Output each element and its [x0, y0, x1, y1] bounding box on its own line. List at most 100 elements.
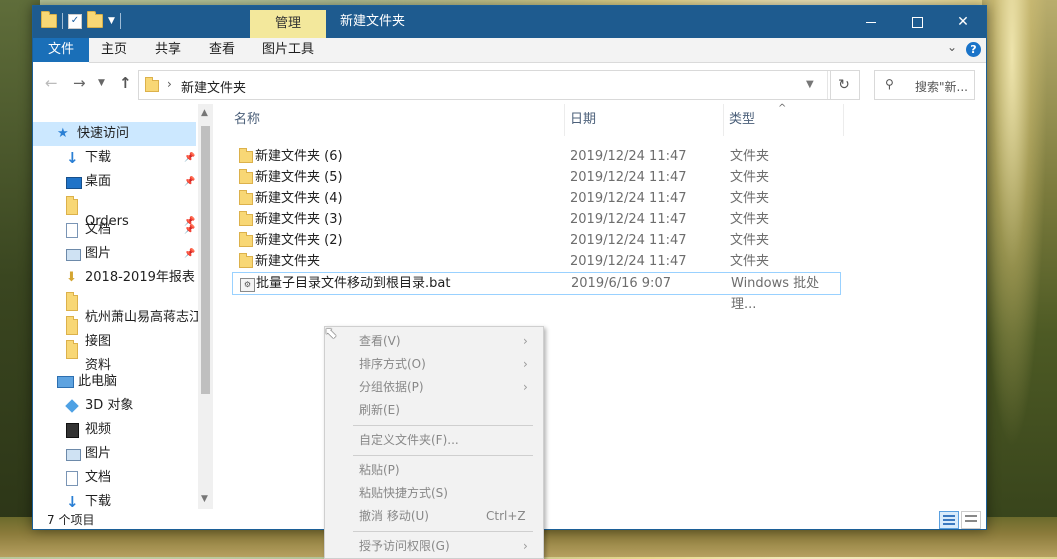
menu-item-label: 粘贴快捷方式(S) — [359, 486, 448, 500]
sidebar-item-ziliao[interactable]: 资料 — [33, 338, 196, 373]
minimize-button[interactable] — [848, 6, 894, 38]
menu-item-customize[interactable]: 自定义文件夹(F)... — [325, 429, 543, 452]
sidebar-item-label: 3D 对象 — [85, 398, 134, 413]
sidebar-item-orders[interactable]: Orders 📌 — [33, 194, 196, 229]
table-row[interactable]: 新建文件夹 (3) 2019/12/24 11:47 文件夹 — [232, 209, 842, 230]
document-icon — [66, 223, 78, 238]
scroll-down-chevron-icon[interactable]: ▼ — [201, 494, 208, 504]
new-folder-icon[interactable] — [87, 11, 103, 28]
file-name: 新建文件夹 (4) — [255, 191, 343, 206]
help-icon[interactable]: ? — [966, 42, 981, 57]
pin-icon: 📌 — [184, 153, 196, 163]
up-arrow-icon[interactable]: ↑ — [119, 74, 132, 92]
file-type: 文件夹 — [730, 149, 770, 164]
tab-view[interactable]: 查看 — [197, 38, 247, 62]
refresh-button[interactable]: ↻ — [829, 70, 860, 100]
column-header-name[interactable]: 名称 — [234, 104, 260, 136]
table-row[interactable]: 新建文件夹 (5) 2019/12/24 11:47 文件夹 — [232, 167, 842, 188]
maximize-icon — [911, 16, 923, 28]
sidebar-item-pictures[interactable]: 图片 📌 — [33, 242, 196, 266]
scrollbar-thumb[interactable] — [201, 126, 210, 394]
folder-icon — [145, 77, 159, 92]
column-header-type[interactable]: 类型 — [729, 104, 755, 136]
recent-locations-chevron-icon[interactable]: ▼ — [98, 78, 105, 88]
sidebar-item-3d-objects[interactable]: 3D 对象 — [33, 394, 196, 418]
table-row[interactable]: 新建文件夹 2019/12/24 11:47 文件夹 — [232, 251, 842, 272]
menu-item-group[interactable]: 分组依据(P) › — [325, 376, 543, 399]
quick-access-toolbar: ✓ ▼ — [41, 11, 121, 29]
pin-icon: 📌 — [184, 177, 196, 187]
tab-manage[interactable]: 管理 — [250, 10, 326, 38]
submenu-chevron-icon: › — [523, 357, 528, 371]
menu-item-paste[interactable]: 粘贴(P) — [325, 459, 543, 482]
sidebar-item-videos[interactable]: 视频 — [33, 418, 196, 442]
table-row[interactable]: 新建文件夹 (4) 2019/12/24 11:47 文件夹 — [232, 188, 842, 209]
properties-icon[interactable]: ✓ — [68, 13, 82, 29]
sidebar-item-quick-access[interactable]: ★ 快速访问 — [33, 122, 196, 146]
ribbon-tabs: 文件 主页 共享 查看 图片工具 ⌄ ? — [33, 38, 986, 63]
toolbar-divider — [119, 13, 121, 29]
tab-home[interactable]: 主页 — [89, 38, 139, 62]
table-row[interactable]: 新建文件夹 (2) 2019/12/24 11:47 文件夹 — [232, 230, 842, 251]
minimize-icon — [866, 21, 876, 23]
menu-item-sort[interactable]: 排序方式(O) › — [325, 353, 543, 376]
maximize-button[interactable] — [894, 6, 940, 38]
sidebar-item-hangzhou[interactable]: 杭州萧山易高蒋志江E — [33, 290, 210, 325]
table-row[interactable]: ⚙ 批量子目录文件移动到根目录.bat 2019/6/16 9:07 Windo… — [232, 272, 841, 312]
scroll-up-chevron-icon[interactable]: ▲ — [201, 108, 208, 118]
large-icons-view-button[interactable] — [961, 511, 981, 529]
column-header-date[interactable]: 日期 — [570, 104, 596, 136]
nav-scrollbar[interactable]: ▲ ▼ — [198, 104, 213, 509]
menu-separator — [353, 425, 533, 426]
sidebar-item-downloads[interactable]: ↓ 下载 📌 — [33, 146, 196, 170]
3d-objects-icon — [65, 399, 79, 413]
details-view-button[interactable] — [939, 511, 959, 529]
search-input[interactable]: ⚲ 搜索"新... — [874, 70, 975, 100]
sidebar-item-label: 文档 — [85, 470, 112, 485]
sidebar-item-jietu[interactable]: 接图 — [33, 314, 196, 349]
forward-arrow-icon[interactable]: → — [73, 74, 86, 92]
folder-icon — [239, 211, 253, 226]
menu-item-view[interactable]: 查看(V) › — [325, 330, 543, 353]
document-icon — [66, 471, 78, 486]
folder-icon — [239, 190, 253, 205]
breadcrumb-current[interactable]: 新建文件夹 — [181, 77, 246, 96]
tab-picture-tools[interactable]: 图片工具 — [253, 38, 323, 62]
tab-file[interactable]: 文件 — [33, 38, 89, 62]
breadcrumb-chevron-icon[interactable]: › — [167, 77, 172, 91]
file-type: 文件夹 — [730, 170, 770, 185]
address-history-chevron-icon[interactable]: ▼ — [806, 79, 814, 90]
menu-item-refresh[interactable]: 刷新(E) — [325, 399, 543, 422]
folder-icon — [66, 340, 78, 359]
address-bar[interactable]: › 新建文件夹 ▼ — [138, 70, 831, 100]
menu-item-paste-shortcut[interactable]: 粘贴快捷方式(S) — [325, 482, 543, 505]
column-divider[interactable] — [564, 104, 565, 136]
menu-item-grant-access[interactable]: 授予访问权限(G) › — [325, 535, 543, 558]
table-row[interactable]: 新建文件夹 (6) 2019/12/24 11:47 文件夹 — [232, 146, 842, 167]
back-arrow-icon[interactable]: ← — [45, 74, 58, 92]
tab-share[interactable]: 共享 — [143, 38, 193, 62]
sidebar-item-2018-2019-reports[interactable]: ⬇ 2018-2019年报表 — [33, 266, 196, 290]
sidebar-item-pc-documents[interactable]: 文档 — [33, 466, 196, 490]
desktop-background-right — [982, 0, 1057, 557]
file-name: 批量子目录文件移动到根目录.bat — [256, 276, 451, 291]
menu-item-label: 授予访问权限(G) — [359, 539, 450, 553]
sidebar-item-this-pc[interactable]: 此电脑 — [33, 370, 196, 394]
column-divider[interactable] — [843, 104, 844, 136]
column-divider[interactable] — [723, 104, 724, 136]
pin-icon: 📌 — [184, 249, 196, 259]
customize-toolbar-chevron-icon[interactable]: ▼ — [108, 16, 115, 26]
sidebar-item-documents[interactable]: 文档 📌 — [33, 218, 196, 242]
close-button[interactable]: ✕ — [940, 6, 986, 38]
expand-ribbon-chevron-icon[interactable]: ⌄ — [947, 40, 957, 54]
menu-item-label: 分组依据(P) — [359, 380, 424, 394]
sidebar-item-desktop[interactable]: 桌面 📌 — [33, 170, 196, 194]
sidebar-item-pc-downloads[interactable]: ↓ 下载 — [33, 490, 196, 509]
sidebar-item-pc-pictures[interactable]: 图片 — [33, 442, 196, 466]
file-name: 新建文件夹 — [255, 254, 321, 269]
search-icon: ⚲ — [885, 77, 894, 91]
menu-item-label: 排序方式(O) — [359, 357, 426, 371]
menu-item-undo[interactable]: 撤消 移动(U) Ctrl+Z — [325, 505, 543, 528]
file-type: 文件夹 — [730, 212, 770, 227]
computer-icon — [57, 376, 74, 388]
